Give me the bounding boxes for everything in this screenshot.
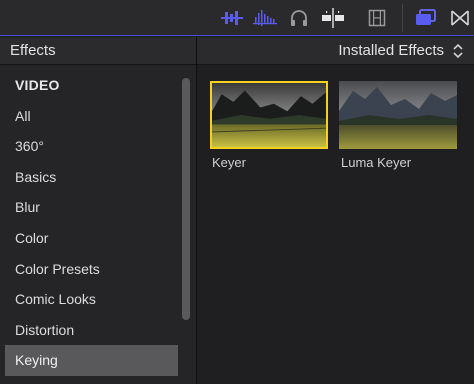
category-item-all[interactable]: All [5, 101, 178, 132]
effect-tile-luma-keyer[interactable]: Luma Keyer [339, 81, 457, 170]
effects-category-sidebar: VIDEO All 360° Basics Blur Color Color P… [0, 65, 196, 384]
effect-label-luma-keyer: Luma Keyer [341, 155, 412, 170]
effects-panel-header: Effects [0, 37, 196, 65]
category-item-distortion[interactable]: Distortion [5, 315, 178, 346]
skimmer-icon[interactable] [320, 6, 346, 30]
headphones-icon[interactable] [286, 6, 312, 30]
filmstrip-icon[interactable] [364, 6, 390, 30]
category-item-360[interactable]: 360° [5, 131, 178, 162]
category-item-keying[interactable]: Keying [5, 345, 178, 376]
audio-level-icon[interactable] [252, 6, 278, 30]
effects-browser: Keyer Luma Keyer [197, 65, 474, 384]
sidebar-scrollbar[interactable] [182, 78, 190, 320]
category-list: VIDEO All 360° Basics Blur Color Color P… [5, 70, 178, 376]
category-item-color-presets[interactable]: Color Presets [5, 254, 178, 285]
effect-thumbnail-keyer[interactable] [210, 81, 328, 149]
category-item-blur[interactable]: Blur [5, 192, 178, 223]
category-item-color[interactable]: Color [5, 223, 178, 254]
category-item-basics[interactable]: Basics [5, 162, 178, 193]
effect-thumbnail-luma-keyer[interactable] [339, 81, 457, 149]
browser-window-icon[interactable] [413, 6, 439, 30]
chevron-up-down-icon[interactable] [452, 42, 464, 60]
effects-panel-title: Effects [10, 42, 56, 59]
category-header-video: VIDEO [15, 77, 60, 93]
browser-header[interactable]: Installed Effects [197, 37, 474, 65]
effect-tile-keyer[interactable]: Keyer [210, 81, 328, 170]
audio-waveform-icon[interactable] [219, 6, 245, 30]
toolbar-separator [402, 4, 403, 32]
installed-effects-popup[interactable]: Installed Effects [338, 42, 444, 59]
transitions-icon[interactable] [447, 6, 473, 30]
effect-label-keyer: Keyer [212, 155, 246, 170]
top-toolbar [0, 0, 474, 36]
category-item-comic-looks[interactable]: Comic Looks [5, 284, 178, 315]
